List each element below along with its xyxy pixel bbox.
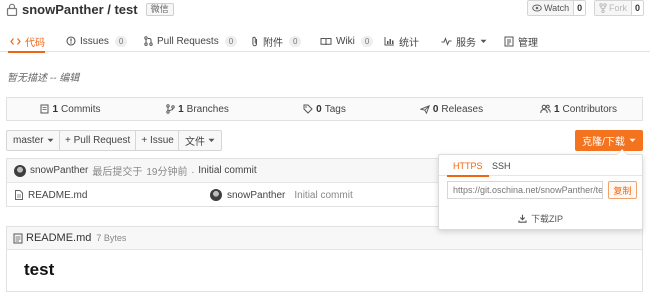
document-icon xyxy=(13,233,23,244)
commit-info: 最后提交于 xyxy=(92,167,143,178)
stats-icon xyxy=(384,36,395,46)
watch-count: 0 xyxy=(573,1,586,15)
commit-separator: . xyxy=(191,165,195,176)
file-commit-message[interactable]: Initial commit xyxy=(294,190,352,201)
tag-icon xyxy=(303,104,313,114)
branch-select[interactable]: master xyxy=(6,130,61,151)
clone-popover: HTTPS SSH https://git.oschina.net/snowPa… xyxy=(438,149,643,230)
repo-tabs: 代码 Issues 0 Pull Requests 0 附件 0 Wiki 0 … xyxy=(0,30,650,53)
tab-code[interactable]: 代码 xyxy=(8,30,45,53)
caret-down-icon xyxy=(629,138,636,143)
clone-url-input[interactable]: https://git.oschina.net/snowPanther/test… xyxy=(447,181,603,199)
caret-down-icon xyxy=(480,39,487,44)
avatar[interactable] xyxy=(210,189,222,201)
caret-down-icon xyxy=(47,138,54,143)
stat-releases[interactable]: 0 Releases xyxy=(388,98,515,120)
download-icon xyxy=(518,214,527,223)
readme-title[interactable]: README.md xyxy=(26,232,91,244)
commit-time: 19分钟前 xyxy=(146,167,188,178)
pull-request-icon xyxy=(144,36,153,46)
readme-header: README.md 7 Bytes xyxy=(7,227,642,250)
wechat-badge[interactable]: 微信 xyxy=(145,2,174,16)
new-pull-request-button[interactable]: + Pull Request xyxy=(60,131,136,150)
pulse-icon xyxy=(441,36,452,46)
readme-heading: test xyxy=(24,260,55,279)
download-zip-link[interactable]: 下载ZIP xyxy=(439,212,642,225)
tab-pull-requests[interactable]: Pull Requests 0 xyxy=(142,30,238,52)
tab-admin[interactable]: 管理 xyxy=(502,30,538,52)
wiki-count: 0 xyxy=(360,35,374,47)
tab-services[interactable]: 服务 xyxy=(439,30,487,52)
attachments-count: 0 xyxy=(289,35,302,47)
tab-ssh[interactable]: SSH xyxy=(492,155,511,176)
stat-tags[interactable]: 0 Tags xyxy=(261,98,388,120)
book-icon xyxy=(320,37,332,46)
watch-label: Watch xyxy=(544,3,570,13)
tab-issues[interactable]: Issues 0 xyxy=(64,30,128,52)
fork-label: Fork xyxy=(609,3,627,13)
users-icon xyxy=(540,104,551,114)
fork-button[interactable]: Fork 0 xyxy=(594,0,645,16)
lock-icon xyxy=(6,3,18,16)
branch-icon xyxy=(166,104,175,114)
stat-commits[interactable]: 1 Commits xyxy=(7,98,134,120)
file-icon xyxy=(15,190,23,200)
fork-count: 0 xyxy=(631,1,644,15)
commit-message[interactable]: Initial commit xyxy=(198,165,256,176)
repo-stats-bar: 1 Commits 1 Branches 0 Tags 0 Releases 1… xyxy=(6,97,643,121)
clone-download-button[interactable]: 克隆/下载 xyxy=(575,130,643,151)
stat-branches[interactable]: 1 Branches xyxy=(134,98,261,120)
issues-count: 0 xyxy=(114,35,128,47)
send-icon xyxy=(419,104,430,114)
repo-title[interactable]: snowPanther / test xyxy=(22,2,138,17)
tab-attachments[interactable]: 附件 0 xyxy=(249,30,302,52)
tab-stats[interactable]: 统计 xyxy=(382,30,419,52)
commits-icon xyxy=(40,104,49,114)
settings-doc-icon xyxy=(504,36,514,47)
issue-icon xyxy=(66,36,76,46)
clone-protocol-tabs: HTTPS SSH xyxy=(439,155,642,177)
pull-requests-count: 0 xyxy=(224,35,238,47)
readme-size: 7 Bytes xyxy=(96,233,127,243)
file-commit-author[interactable]: snowPanther xyxy=(227,190,285,201)
avatar[interactable] xyxy=(14,164,26,177)
create-button-group: + Pull Request + Issue xyxy=(59,130,180,151)
caret-down-icon xyxy=(208,138,215,143)
readme-panel: README.md 7 Bytes test xyxy=(6,226,643,292)
code-icon xyxy=(10,37,21,46)
tab-https[interactable]: HTTPS xyxy=(447,155,488,177)
file-commit-info: snowPanther Initial commit xyxy=(210,189,353,201)
watch-button[interactable]: Watch 0 xyxy=(527,0,587,16)
repo-header: snowPanther / test 微信 xyxy=(6,1,174,17)
file-name[interactable]: README.md xyxy=(28,190,87,201)
file-menu-button[interactable]: 文件 xyxy=(178,130,222,151)
tab-wiki[interactable]: Wiki 0 xyxy=(318,30,374,52)
fork-icon xyxy=(599,3,607,13)
paperclip-icon xyxy=(251,36,259,47)
commit-author[interactable]: snowPanther xyxy=(30,165,88,176)
new-issue-button[interactable]: + Issue xyxy=(135,131,179,150)
stat-contributors[interactable]: 1 Contributors xyxy=(515,98,642,120)
copy-button[interactable]: 复制 xyxy=(608,181,637,199)
repo-description[interactable]: 暂无描述 -- 编辑 xyxy=(7,69,79,84)
eye-icon xyxy=(532,4,542,12)
